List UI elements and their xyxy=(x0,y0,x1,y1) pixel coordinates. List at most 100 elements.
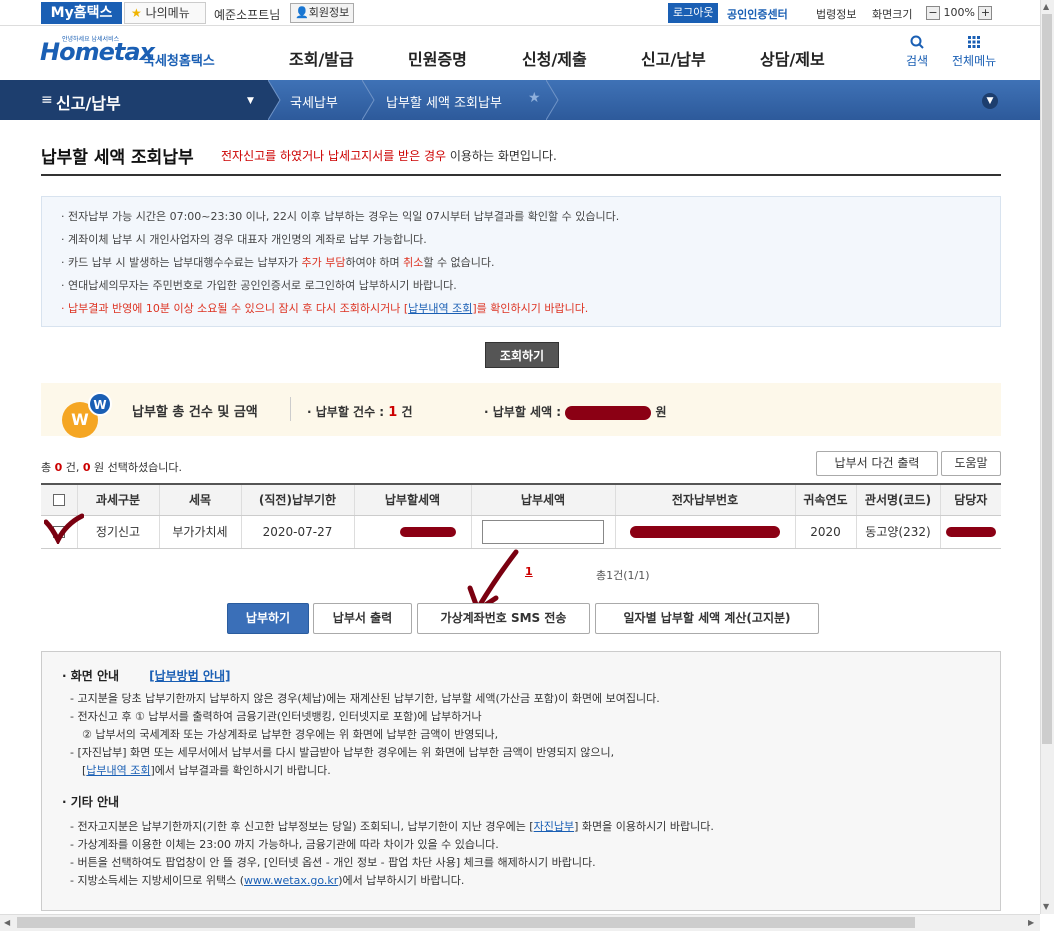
column-header: 담당자 xyxy=(939,483,1001,516)
guide-text: ] 화면을 이용하시기 바랍니다. xyxy=(574,820,714,833)
guide-text: - 지방소득세는 지방세이므로 위택스 ( xyxy=(70,874,245,887)
selection-text: 총 xyxy=(41,461,55,474)
horizontal-scroll-thumb[interactable] xyxy=(17,917,915,928)
wetax-link[interactable]: www.wetax.go.kr xyxy=(244,874,338,887)
page-title: 납부할 세액 조회납부 xyxy=(41,148,194,168)
search-button[interactable]: 검색 xyxy=(906,35,928,69)
page-number-link[interactable]: 1 xyxy=(525,565,533,578)
query-button[interactable]: 조회하기 xyxy=(485,342,559,368)
scroll-left-icon[interactable]: ◀ xyxy=(4,918,10,927)
gnav-consult[interactable]: 상담/제보 xyxy=(760,46,825,70)
breadcrumb-separator-icon xyxy=(268,80,281,120)
selection-info: 총 0 건, 0 원 선택하셨습니다. xyxy=(41,459,182,475)
my-menu-label: 나의메뉴 xyxy=(145,6,190,20)
annotation-checkmark xyxy=(44,513,84,544)
cert-center-link[interactable]: 공인인증센터 xyxy=(727,6,788,22)
guide-line: - 가상계좌를 이용한 이체는 23:00 까지 가능하나, 금융기관에 따라 … xyxy=(70,838,499,851)
column-header: 전자납부번호 xyxy=(614,483,795,516)
print-button[interactable]: 납부서 출력 xyxy=(313,603,412,634)
notice-line: · 카드 납부 시 발생하는 납부대행수수료는 납부자가 추가 부담하여야 하며… xyxy=(61,256,495,269)
notice-line: · 연대납세의무자는 주민번호로 가입한 공인인증서로 로그인하여 납부하시기 … xyxy=(61,279,457,292)
self-payment-link[interactable]: 자진납부 xyxy=(534,820,574,833)
notice-highlight: 취소 xyxy=(403,256,424,269)
help-button[interactable]: 도움말 xyxy=(941,451,1001,476)
multi-print-button[interactable]: 납부서 다건 출력 xyxy=(816,451,938,476)
notice-line: · 계좌이체 납부 시 개인사업자의 경우 대표자 개인명의 계좌로 납부 가능… xyxy=(61,233,427,246)
amount-due-cell xyxy=(353,515,471,549)
notice-highlight: 추가 부담 xyxy=(301,256,346,269)
grid-icon xyxy=(968,36,981,48)
page-subtitle-highlight: 전자신고를 하였거나 납세고지서를 받은 경우 xyxy=(221,149,447,163)
table-row[interactable]: 정기신고 부가가치세 2020-07-27 2020 동고양(232) xyxy=(41,515,1001,549)
zoom-in-button[interactable]: + xyxy=(978,6,993,20)
scroll-up-icon[interactable]: ▲ xyxy=(1043,2,1049,11)
sms-button[interactable]: 가상계좌번호 SMS 전송 xyxy=(417,603,590,634)
payment-amount-cell xyxy=(470,515,615,549)
guide-line: - 전자신고 후 ① 납부서를 출력하여 금융기관(인터넷뱅킹, 인터넷지로 포… xyxy=(70,710,482,723)
all-menu-button[interactable]: 전체메뉴 xyxy=(952,35,996,69)
tax-table: 과세구분 세목 (직전)납부기한 납부할세액 납부세액 전자납부번호 귀속연도 … xyxy=(41,483,1001,549)
member-info-button[interactable]: 👤회원정보 xyxy=(290,3,355,23)
logout-button[interactable]: 로그아웃 xyxy=(668,3,719,23)
all-menu-label: 전체메뉴 xyxy=(952,54,997,68)
guide-text: )에서 납부하시기 바랍니다. xyxy=(338,874,465,887)
guide-heading-text: 기타 안내 xyxy=(70,795,120,809)
select-all-header xyxy=(41,483,77,516)
gnav-inquiry[interactable]: 조회/발급 xyxy=(289,46,354,70)
star-icon: ★ xyxy=(131,6,142,20)
gnav-certificate[interactable]: 민원증명 xyxy=(408,46,467,70)
gnav-report-pay[interactable]: 신고/납부 xyxy=(641,46,706,70)
section-label: 신고/납부 xyxy=(56,94,121,113)
payment-history-link[interactable]: 납부내역 조회 xyxy=(86,764,150,777)
payment-history-link[interactable]: 납부내역 조회 xyxy=(408,302,472,315)
zoom-out-button[interactable]: − xyxy=(926,6,940,20)
column-header: 과세구분 xyxy=(76,483,159,516)
hometax-logo[interactable]: 안녕하세요 납세서비스 Hometax 국세청홈택스 xyxy=(40,32,240,72)
scroll-right-icon[interactable]: ▶ xyxy=(1028,918,1034,927)
breadcrumb-item-current: 납부할 세액 조회납부 xyxy=(386,96,502,111)
guide-box: · 화면 안내 [납부방법 안내] - 고지분을 당초 납부기한까지 납부하지 않… xyxy=(41,651,1001,911)
screen-guide-heading: · 화면 안내 [납부방법 안내] xyxy=(62,669,231,683)
vertical-scroll-thumb[interactable] xyxy=(1042,14,1052,744)
guide-text: ]에서 납부결과를 확인하시기 바랍니다. xyxy=(150,764,331,777)
payment-method-link[interactable]: [납부방법 안내] xyxy=(149,669,230,683)
daily-calc-button[interactable]: 일자별 납부할 세액 계산(고지분) xyxy=(595,603,819,634)
notice-text: 카드 납부 시 발생하는 납부대행수수료는 납부자가 xyxy=(68,256,302,269)
year-cell: 2020 xyxy=(794,515,856,549)
notice-text: 납부결과 반영에 10분 이상 소요될 수 있으니 잠시 후 다시 조회하시거나… xyxy=(68,302,409,315)
breadcrumb-separator-icon xyxy=(362,80,375,120)
my-hometax-button[interactable]: My홈택스 xyxy=(41,2,122,24)
dropdown-arrow-icon: ▼ xyxy=(247,96,254,106)
menu-lines-icon: ≡ xyxy=(41,92,53,108)
wetax-badge-icon: W xyxy=(88,392,112,416)
payment-amount-input[interactable] xyxy=(482,519,604,544)
logo-subtext: 국세청홈택스 xyxy=(143,54,215,69)
person-icon: 👤 xyxy=(295,6,309,19)
count-label: 납부할 건수 : xyxy=(315,405,389,419)
select-all-checkbox[interactable] xyxy=(52,494,65,507)
guide-line: [납부내역 조회]에서 납부결과를 확인하시기 바랍니다. xyxy=(62,762,1000,780)
gnav-application[interactable]: 신청/제출 xyxy=(522,46,587,70)
chevron-down-icon[interactable]: ▼ xyxy=(982,93,998,109)
guide-line: - 버튼을 선택하여도 팝업창이 안 뜰 경우, [인터넷 옵션 - 개인 정보… xyxy=(70,856,596,869)
scroll-down-icon[interactable]: ▼ xyxy=(1043,902,1049,911)
notice-text: 연대납세의무자는 주민번호로 가입한 공인인증서로 로그인하여 납부하시기 바랍… xyxy=(68,279,457,292)
guide-line: - 전자고지분은 납부기한까지(기한 후 신고한 납부정보는 당일) 조회되니,… xyxy=(62,818,1000,836)
notice-text: 할 수 없습니다. xyxy=(423,256,495,269)
zoom-level: 100% xyxy=(943,6,975,19)
notice-text: 계좌이체 납부 시 개인사업자의 경우 대표자 개인명의 계좌로 납부 가능합니… xyxy=(68,233,427,246)
screen-size-label: 화면크기 xyxy=(872,8,913,21)
column-header: 관서명(코드) xyxy=(855,483,940,516)
favorite-star-icon[interactable]: ★ xyxy=(528,90,541,106)
summary-divider xyxy=(290,397,291,421)
summary-label: 납부할 총 건수 및 금액 xyxy=(132,405,258,420)
pay-button[interactable]: 납부하기 xyxy=(227,603,309,634)
count-unit: 건 xyxy=(397,405,413,419)
search-icon xyxy=(910,35,924,49)
notice-text: 전자납부 가능 시간은 07:00~23:30 이나, 22시 이후 납부하는 … xyxy=(68,210,620,223)
selection-amount: 0 xyxy=(82,461,91,474)
officer-cell xyxy=(939,515,1001,549)
breadcrumb-item-national-tax[interactable]: 국세납부 xyxy=(290,92,338,111)
law-info-link[interactable]: 법령정보 xyxy=(816,6,856,22)
my-menu-button[interactable]: ★ 나의메뉴 xyxy=(124,2,206,24)
